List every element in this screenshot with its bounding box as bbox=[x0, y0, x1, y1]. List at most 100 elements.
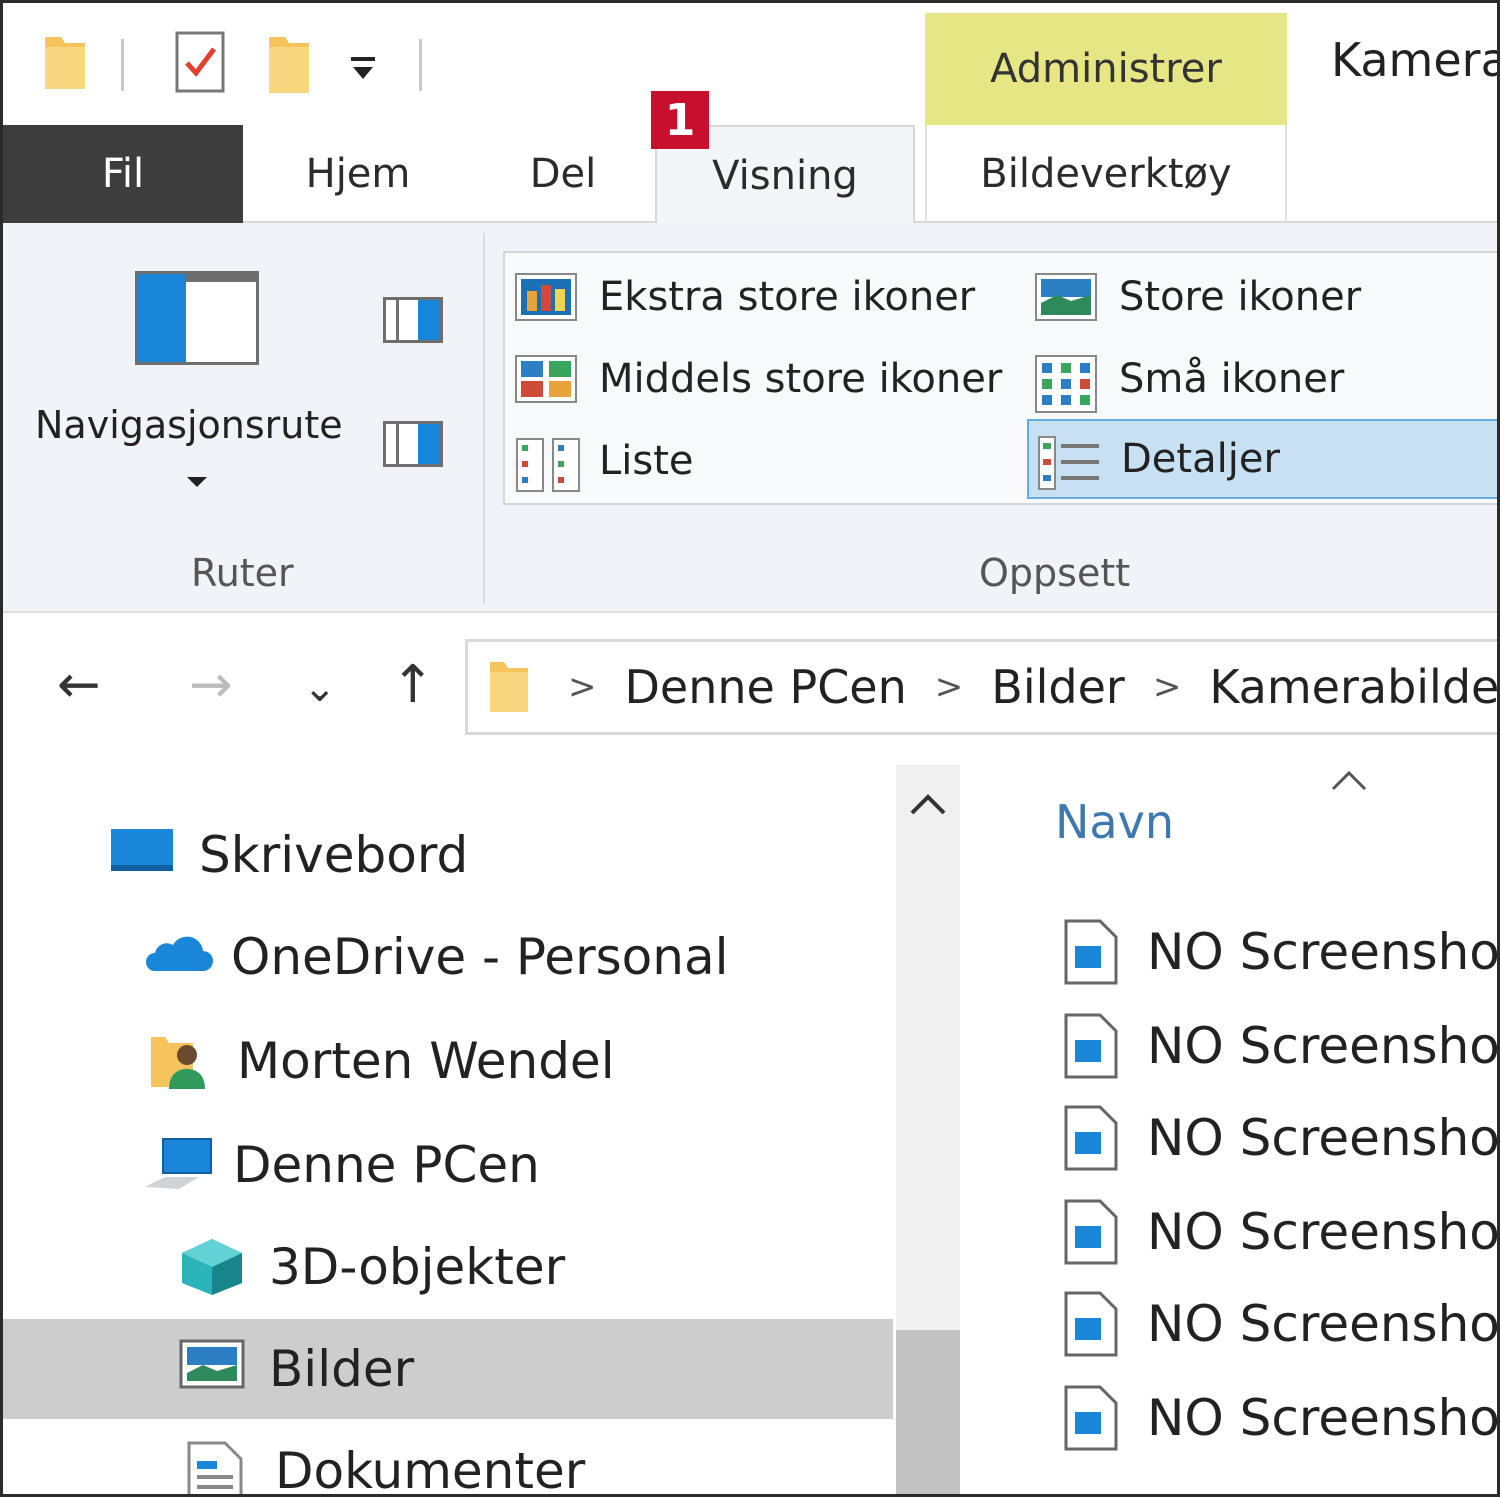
layout-option-label: Liste bbox=[599, 438, 694, 484]
navigation-bar: ← → ⌄ ↑ > Denne PCen > Bilder > Kamerabi… bbox=[3, 615, 1497, 755]
tree-item-user-folder[interactable]: Morten Wendel bbox=[3, 1011, 893, 1111]
tree-item-dokumenter[interactable]: Dokumenter bbox=[3, 1421, 893, 1497]
tree-item-label: Morten Wendel bbox=[237, 1032, 615, 1090]
file-row[interactable]: NO Screenshot_ bbox=[1063, 1001, 1500, 1091]
file-row[interactable]: NO Screenshot_ bbox=[1063, 1279, 1500, 1369]
image-file-icon bbox=[1063, 918, 1119, 986]
tree-item-skrivebord[interactable]: Skrivebord bbox=[3, 805, 893, 905]
recent-locations-chevron-icon[interactable]: ⌄ bbox=[303, 665, 337, 711]
image-file-icon bbox=[1063, 1198, 1119, 1266]
tab-fil[interactable]: Fil bbox=[3, 125, 243, 223]
tab-hjem[interactable]: Hjem bbox=[273, 125, 443, 223]
image-file-icon bbox=[1063, 1104, 1119, 1172]
tree-item-bilder[interactable]: Bilder bbox=[3, 1319, 893, 1419]
back-arrow-icon[interactable]: ← bbox=[57, 655, 101, 715]
file-name: NO Screenshot_ bbox=[1147, 1109, 1500, 1167]
layout-details[interactable]: Detaljer bbox=[1027, 419, 1497, 499]
file-name: NO Screenshot_ bbox=[1147, 923, 1500, 981]
column-header-navn[interactable]: Navn bbox=[1055, 795, 1174, 849]
tree-item-label: 3D-objekter bbox=[269, 1238, 566, 1296]
address-bar[interactable]: > Denne PCen > Bilder > Kamerabilde bbox=[465, 639, 1497, 735]
large-icons-icon bbox=[1035, 273, 1097, 321]
tree-item-denne-pcen[interactable]: Denne PCen bbox=[3, 1115, 893, 1215]
file-name: NO Screenshot_ bbox=[1147, 1017, 1500, 1075]
scrollbar-thumb[interactable] bbox=[896, 1330, 960, 1494]
layout-list[interactable]: Liste bbox=[515, 421, 694, 501]
up-arrow-icon[interactable]: ↑ bbox=[391, 655, 435, 715]
chevron-right-icon[interactable]: > bbox=[935, 667, 964, 707]
navigation-tree-scrollbar[interactable] bbox=[896, 765, 960, 1494]
details-pane-icon[interactable] bbox=[383, 421, 443, 467]
scroll-up-icon[interactable] bbox=[908, 783, 948, 829]
breadcrumb-bilder[interactable]: Bilder bbox=[991, 660, 1125, 714]
layout-large-icons[interactable]: Store ikoner bbox=[1035, 257, 1361, 337]
onedrive-cloud-icon bbox=[141, 927, 213, 987]
small-icons-icon bbox=[1035, 355, 1097, 413]
image-file-icon bbox=[1063, 1290, 1119, 1358]
toolbar-separator bbox=[121, 39, 124, 91]
navigation-pane-icon bbox=[135, 271, 259, 365]
folder-icon bbox=[486, 658, 532, 716]
file-row[interactable]: NO Screenshot_ bbox=[1063, 1373, 1500, 1463]
pictures-icon bbox=[179, 1339, 251, 1399]
forward-arrow-icon[interactable]: → bbox=[189, 655, 233, 715]
breadcrumb-kamerabilder[interactable]: Kamerabilde bbox=[1209, 660, 1497, 714]
extra-large-icons-icon bbox=[515, 273, 577, 321]
ribbon-tabs: Fil Hjem Del Visning Bildeverktøy bbox=[3, 125, 1497, 225]
properties-checkmark-icon[interactable] bbox=[173, 29, 229, 101]
file-list: Navn NO Screenshot_ NO Screenshot_ NO Sc… bbox=[963, 765, 1500, 1494]
breadcrumb-denne-pcen[interactable]: Denne PCen bbox=[625, 660, 907, 714]
new-folder-icon[interactable] bbox=[263, 33, 313, 101]
customize-dropdown-icon[interactable] bbox=[349, 55, 379, 89]
group-divider bbox=[483, 233, 485, 603]
navigation-tree: Skrivebord OneDrive - Personal Morten We… bbox=[3, 765, 893, 1497]
layout-option-label: Middels store ikoner bbox=[599, 356, 1003, 402]
layout-option-label: Små ikoner bbox=[1119, 356, 1345, 402]
toolbar-separator bbox=[419, 39, 422, 91]
desktop-icon bbox=[109, 825, 181, 885]
chevron-right-icon: > bbox=[568, 667, 597, 707]
file-name: NO Screenshot_ bbox=[1147, 1389, 1500, 1447]
contextual-tab-group-administrer: Administrer bbox=[925, 13, 1287, 125]
medium-icons-icon bbox=[515, 355, 577, 403]
group-label-oppsett: Oppsett bbox=[979, 551, 1131, 595]
ribbon-panel: Navigasjonsrute Ruter Ekstra store ikone… bbox=[3, 223, 1497, 613]
3d-objects-icon bbox=[179, 1237, 251, 1297]
chevron-right-icon[interactable]: > bbox=[1153, 667, 1182, 707]
preview-pane-icon[interactable] bbox=[383, 297, 443, 343]
sort-ascending-icon bbox=[1329, 759, 1369, 805]
navigation-pane-label: Navigasjonsrute bbox=[35, 403, 343, 447]
layout-option-label: Ekstra store ikoner bbox=[599, 274, 976, 320]
tab-del[interactable]: Del bbox=[503, 125, 623, 223]
layout-gallery: Ekstra store ikoner Store ikoner Middels… bbox=[503, 251, 1497, 505]
file-row[interactable]: NO Screenshot_ bbox=[1063, 1187, 1500, 1277]
image-file-icon bbox=[1063, 1384, 1119, 1452]
tree-item-3d-objekter[interactable]: 3D-objekter bbox=[3, 1217, 893, 1317]
details-icon bbox=[1037, 435, 1099, 490]
file-row[interactable]: NO Screenshot_ bbox=[1063, 907, 1500, 997]
tree-item-label: Bilder bbox=[269, 1340, 415, 1398]
quick-access-toolbar bbox=[3, 3, 923, 125]
file-row[interactable]: NO Screenshot_ bbox=[1063, 1093, 1500, 1183]
window-title: Kamera bbox=[1331, 33, 1500, 87]
documents-icon bbox=[185, 1441, 257, 1494]
layout-option-label: Store ikoner bbox=[1119, 274, 1362, 320]
folder-icon[interactable] bbox=[39, 33, 89, 97]
step-badge: 1 bbox=[651, 91, 709, 149]
chevron-down-icon bbox=[187, 477, 207, 487]
tree-item-label: OneDrive - Personal bbox=[231, 928, 729, 986]
layout-small-icons[interactable]: Små ikoner bbox=[1035, 339, 1344, 419]
layout-extra-large-icons[interactable]: Ekstra store ikoner bbox=[515, 257, 975, 337]
layout-medium-icons[interactable]: Middels store ikoner bbox=[515, 339, 1002, 419]
file-name: NO Screenshot_ bbox=[1147, 1203, 1500, 1261]
file-name: NO Screenshot_ bbox=[1147, 1295, 1500, 1353]
image-file-icon bbox=[1063, 1012, 1119, 1080]
file-explorer-window: Administrer Kamera Fil Hjem Del Visning … bbox=[0, 0, 1500, 1497]
tree-item-label: Denne PCen bbox=[233, 1136, 540, 1194]
tree-item-onedrive[interactable]: OneDrive - Personal bbox=[3, 907, 893, 1007]
group-label-ruter: Ruter bbox=[191, 551, 294, 595]
computer-icon bbox=[143, 1135, 215, 1195]
tab-bildeverktoy[interactable]: Bildeverktøy bbox=[925, 125, 1287, 223]
tree-item-label: Dokumenter bbox=[275, 1442, 586, 1497]
user-folder-icon bbox=[147, 1031, 219, 1091]
